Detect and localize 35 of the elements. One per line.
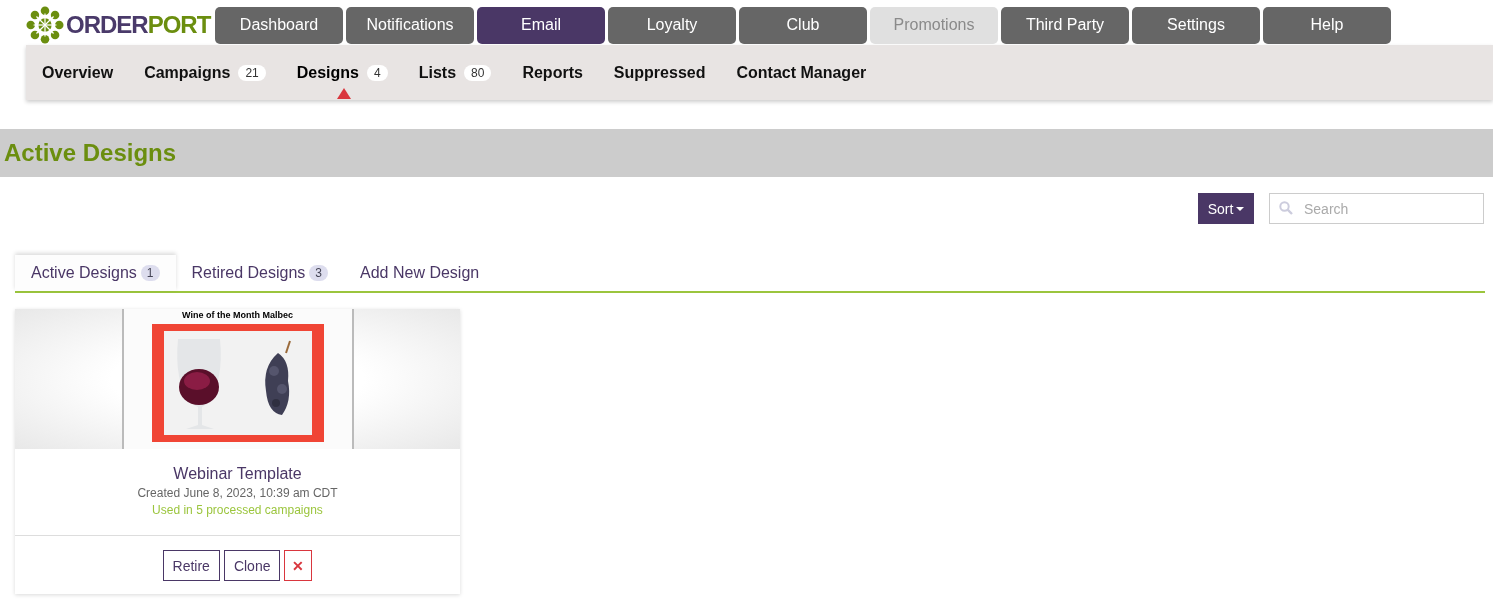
caret-icon	[1236, 206, 1245, 211]
page-title: Active Designs	[4, 139, 177, 167]
sub-nav-link[interactable]: Suppressed	[613, 63, 706, 82]
count-badge: 4	[367, 64, 388, 81]
sub-nav-link[interactable]: Campaigns	[144, 63, 231, 82]
created-date: Created June 8, 2023, 10:39 am CDT	[137, 486, 338, 500]
usage-note: Used in 5 processed campaigns	[152, 503, 323, 517]
sub-nav-link[interactable]: Designs	[296, 63, 359, 82]
main-nav-tab[interactable]: Third Party	[1001, 6, 1129, 44]
sub-nav-link[interactable]: Contact Manager	[736, 63, 867, 82]
logo-wordmark[interactable]: ORDERPORT	[66, 13, 211, 37]
delete-button[interactable]: ✕	[284, 550, 313, 581]
search-icon	[1279, 201, 1293, 215]
retire-button[interactable]: Retire	[162, 550, 220, 581]
design-tab[interactable]: Add New Design	[344, 255, 496, 291]
main-nav-tab[interactable]: Dashboard	[215, 6, 343, 44]
count-badge: 21	[238, 64, 266, 81]
main-nav-tab[interactable]: Club	[739, 6, 867, 44]
main-nav-tab[interactable]: Settings	[1132, 6, 1260, 44]
count-badge: 80	[464, 64, 492, 81]
design-tab[interactable]: Active Designs 1	[15, 255, 176, 291]
main-nav-tab[interactable]: Help	[1263, 6, 1391, 44]
sub-nav-link[interactable]: Overview	[42, 63, 114, 82]
main-nav-tab[interactable]: Notifications	[346, 6, 474, 44]
design-name[interactable]: Webinar Template	[173, 465, 302, 483]
sort-button[interactable]: Sort	[1198, 193, 1254, 224]
sub-nav-link[interactable]: Reports	[522, 63, 583, 82]
sub-nav-link[interactable]: Lists	[418, 63, 457, 82]
logo-flower-icon	[26, 6, 64, 44]
main-nav-tab[interactable]: Email	[477, 6, 605, 44]
preview-title: Wine of the Month Malbec	[182, 310, 293, 320]
main-nav-tab[interactable]: Loyalty	[608, 6, 736, 44]
search-field[interactable]: Search	[1269, 193, 1484, 224]
design-tab[interactable]: Retired Designs 3	[175, 255, 345, 291]
clone-button[interactable]: Clone	[223, 550, 281, 581]
